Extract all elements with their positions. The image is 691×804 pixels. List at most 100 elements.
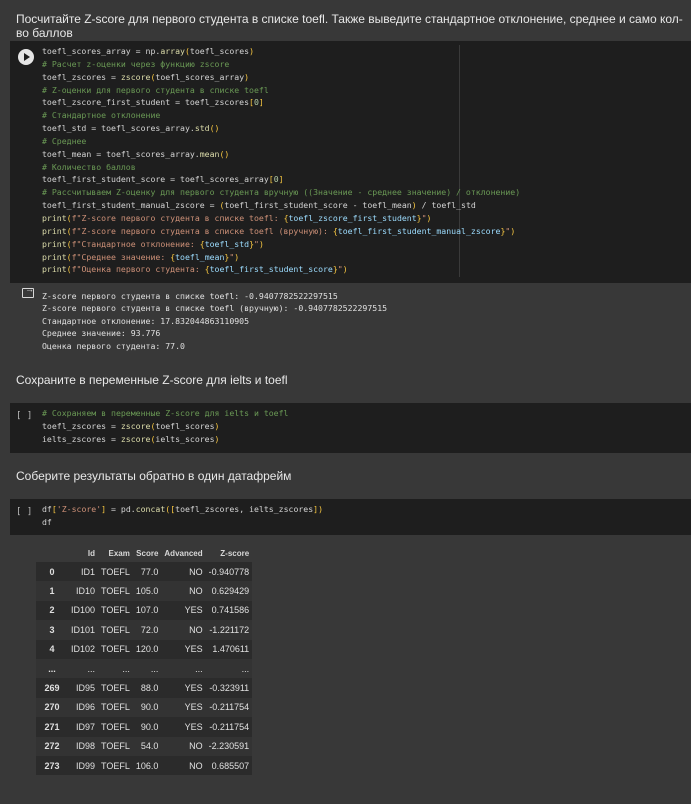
table-cell: ... xyxy=(205,658,253,679)
table-cell: -0.323911 xyxy=(205,678,253,698)
table-cell: TOEFL xyxy=(98,581,133,601)
code-line[interactable]: # Рассчитываем Z-оценку для первого студ… xyxy=(42,186,520,199)
output-redirect-icon[interactable] xyxy=(22,284,34,298)
run-cell-icon[interactable] xyxy=(18,49,34,65)
code-line[interactable]: print(f"Среднее значение: {toefl_mean}") xyxy=(42,251,520,264)
table-cell: ... xyxy=(132,658,162,679)
table-cell: 90.0 xyxy=(132,697,162,718)
table-cell: 105.0 xyxy=(132,581,162,601)
code-line[interactable]: ielts_zscores = zscore(ielts_scores) xyxy=(42,433,288,446)
code-line[interactable]: df xyxy=(42,516,323,529)
table-cell: ID100 xyxy=(68,600,99,621)
column-header: Exam xyxy=(98,545,133,562)
code-line[interactable]: # Количество баллов xyxy=(42,161,520,174)
table-cell: TOEFL xyxy=(98,736,133,756)
table-row: .................. xyxy=(36,658,253,679)
code-editor-1[interactable]: toefl_scores_array = np.array(toefl_scor… xyxy=(42,45,520,276)
column-header: Score xyxy=(132,545,162,562)
table-row: 272 ID98 TOEFL 54.0 NO -2.230591 xyxy=(36,736,253,756)
code-line[interactable]: print(f"Стандартное отклонение: {toefl_s… xyxy=(42,238,520,251)
table-cell: ... xyxy=(161,658,206,679)
output-line: Среднее значение: 93.776 xyxy=(42,328,161,339)
table-cell: -0.211754 xyxy=(205,697,253,718)
table-cell: -1.221172 xyxy=(205,620,253,640)
table-cell: ID97 xyxy=(68,717,99,737)
code-line[interactable]: toefl_first_student_manual_zscore = (toe… xyxy=(42,199,520,212)
code-line[interactable]: toefl_first_student_score = toefl_scores… xyxy=(42,173,520,186)
table-cell: ID95 xyxy=(68,678,99,698)
table-cell: 0.685507 xyxy=(205,755,253,776)
cell-exec-bracket[interactable]: [ ] xyxy=(16,507,32,517)
code-line[interactable]: # Среднее xyxy=(42,135,520,148)
table-row: 270 ID96 TOEFL 90.0 YES -0.211754 xyxy=(36,697,253,718)
table-cell: 106.0 xyxy=(132,755,162,776)
code-cell-2[interactable]: [ ] # Сохраняем в переменные Z-score для… xyxy=(10,403,691,453)
table-cell: NO xyxy=(161,736,206,756)
table-cell: 0.741586 xyxy=(205,600,253,621)
code-line[interactable]: print(f"Z-score первого студента в списк… xyxy=(42,212,520,225)
table-cell: YES xyxy=(161,697,206,718)
column-header: Advanced xyxy=(161,545,206,562)
table-cell: YES xyxy=(161,600,206,621)
code-line[interactable]: # Сохраняем в переменные Z-score для iel… xyxy=(42,407,288,420)
table-header-row: Id Exam Score Advanced Z-score xyxy=(36,545,253,562)
code-cell-3[interactable]: [ ] df['Z-score'] = pd.concat([toefl_zsc… xyxy=(10,499,691,535)
code-line[interactable]: # Z-оценки для первого студента в списке… xyxy=(42,84,520,97)
row-index: 270 xyxy=(36,697,68,718)
table-cell: ID99 xyxy=(68,755,99,776)
table-row: 269 ID95 TOEFL 88.0 YES -0.323911 xyxy=(36,678,253,698)
table-cell: -0.211754 xyxy=(205,717,253,737)
code-line[interactable]: toefl_zscore_first_student = toefl_zscor… xyxy=(42,96,520,109)
output-line: Стандартное отклонение: 17.8320448631109… xyxy=(42,315,250,326)
table-cell: ID96 xyxy=(68,697,99,718)
code-editor-3[interactable]: df['Z-score'] = pd.concat([toefl_zscores… xyxy=(42,503,323,529)
column-header xyxy=(36,545,68,562)
table-cell: 54.0 xyxy=(132,736,162,756)
row-index: ... xyxy=(36,658,68,679)
code-line[interactable]: # Расчет z-оценки через функцию zscore xyxy=(42,58,520,71)
table-cell: -2.230591 xyxy=(205,736,253,756)
output-line: Z-score первого студента в списке toefl … xyxy=(42,303,388,314)
code-line[interactable]: toefl_scores_array = np.array(toefl_scor… xyxy=(42,45,520,58)
table-cell: ID10 xyxy=(68,581,99,601)
row-index: 1 xyxy=(36,581,68,601)
row-index: 269 xyxy=(36,678,68,698)
row-index: 4 xyxy=(36,639,68,659)
code-line[interactable]: df['Z-score'] = pd.concat([toefl_zscores… xyxy=(42,503,323,516)
output-text: Z-score первого студента в списке toefl:… xyxy=(42,290,387,352)
cell-exec-bracket[interactable]: [ ] xyxy=(16,411,32,421)
table-cell: 88.0 xyxy=(132,678,162,698)
table-cell: TOEFL xyxy=(98,755,133,776)
code-line[interactable]: print(f"Z-score первого студента в списк… xyxy=(42,225,520,238)
table-cell: TOEFL xyxy=(98,678,133,698)
table-row: 271 ID97 TOEFL 90.0 YES -0.211754 xyxy=(36,717,253,737)
table-cell: 90.0 xyxy=(132,717,162,737)
table-cell: 1.470611 xyxy=(205,639,253,659)
table-cell: ... xyxy=(68,658,99,679)
table-cell: -0.940778 xyxy=(205,562,253,582)
table-cell: TOEFL xyxy=(98,620,133,640)
table-cell: TOEFL xyxy=(98,562,133,582)
table-cell: ... xyxy=(98,658,133,679)
code-line[interactable]: toefl_zscores = zscore(toefl_scores) xyxy=(42,420,288,433)
table-cell: TOEFL xyxy=(98,600,133,621)
code-editor-2[interactable]: # Сохраняем в переменные Z-score для iel… xyxy=(42,407,288,446)
table-cell: TOEFL xyxy=(98,639,133,659)
table-cell: ID98 xyxy=(68,736,99,756)
row-index: 0 xyxy=(36,562,68,582)
code-line[interactable]: print(f"Оценка первого студента: {toefl_… xyxy=(42,263,520,276)
table-cell: NO xyxy=(161,562,206,582)
code-line[interactable]: toefl_mean = toefl_scores_array.mean() xyxy=(42,148,520,161)
row-index: 3 xyxy=(36,620,68,640)
row-index: 272 xyxy=(36,736,68,756)
table-cell: ID102 xyxy=(68,639,99,659)
code-line[interactable]: toefl_std = toefl_scores_array.std() xyxy=(42,122,520,135)
table-cell: NO xyxy=(161,581,206,601)
table-cell: TOEFL xyxy=(98,697,133,718)
table-cell: 0.629429 xyxy=(205,581,253,601)
code-line[interactable]: # Стандартное отклонение xyxy=(42,109,520,122)
code-line[interactable]: toefl_zscores = zscore(toefl_scores_arra… xyxy=(42,71,520,84)
code-cell-1[interactable]: toefl_scores_array = np.array(toefl_scor… xyxy=(10,41,691,283)
table-cell: YES xyxy=(161,717,206,737)
table-row: 3 ID101 TOEFL 72.0 NO -1.221172 xyxy=(36,620,253,640)
